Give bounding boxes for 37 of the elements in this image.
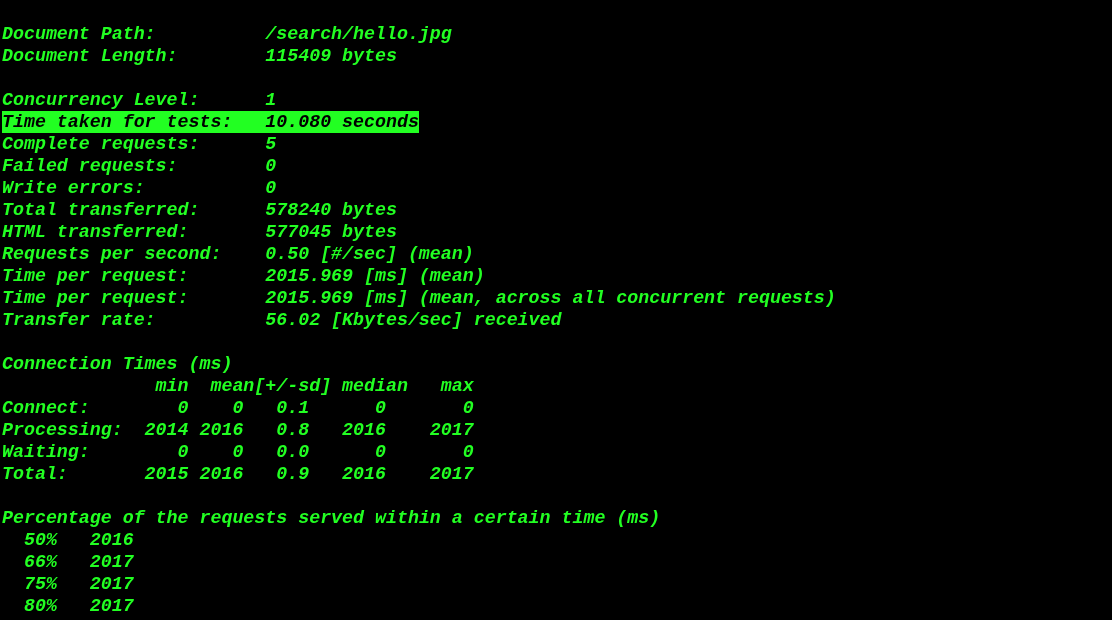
field-value: 2015.969 [ms] (mean, across all concurrent requests) bbox=[265, 287, 836, 309]
field-label: Transfer rate: bbox=[2, 309, 157, 331]
field-value: /search/hello.jpg bbox=[265, 23, 452, 45]
section-title: Percentage of the requests served within a certain time (ms) bbox=[2, 507, 661, 529]
field-value: 577045 bytes bbox=[265, 221, 397, 243]
table-line: Waiting: 0 0 0.0 0 0 bbox=[2, 441, 474, 463]
table-line: Connect: 0 0 0.1 0 0 bbox=[2, 397, 474, 419]
field-label: Complete requests: bbox=[2, 133, 201, 155]
percentile-line: 75% 2017 bbox=[22, 573, 134, 595]
field-value: 2015.969 [ms] (mean) bbox=[265, 265, 485, 287]
percentile-line: 66% 2017 bbox=[22, 551, 134, 573]
field-label: HTML transferred: bbox=[2, 221, 190, 243]
field-value: 0.50 [#/sec] (mean) bbox=[265, 243, 474, 265]
table-line: Total: 2015 2016 0.9 2016 2017 bbox=[2, 463, 474, 485]
field-value: 1 bbox=[265, 89, 277, 111]
field-value: 56.02 [Kbytes/sec] received bbox=[265, 309, 562, 331]
field-value: 10.080 seconds bbox=[265, 111, 419, 133]
percentile-line: 80% 2017 bbox=[22, 595, 134, 617]
field-value: 0 bbox=[265, 155, 277, 177]
field-label: Document Path: bbox=[2, 23, 157, 45]
field-label: Write errors: bbox=[2, 177, 146, 199]
field-label: Failed requests: bbox=[2, 155, 179, 177]
percentile-line: 50% 2016 bbox=[22, 529, 134, 551]
field-value: 5 bbox=[265, 133, 277, 155]
field-value: 115409 bytes bbox=[265, 45, 397, 67]
field-label: Concurrency Level: bbox=[2, 89, 201, 111]
field-label: Time taken for tests: bbox=[2, 111, 266, 133]
section-title: Connection Times (ms) bbox=[2, 353, 233, 375]
table-line: Processing: 2014 2016 0.8 2016 2017 bbox=[2, 419, 474, 441]
field-label: Document Length: bbox=[2, 45, 179, 67]
field-label: Total transferred: bbox=[2, 199, 201, 221]
field-label: Time per request: bbox=[2, 287, 190, 309]
field-value: 0 bbox=[265, 177, 277, 199]
field-label: Time per request: bbox=[2, 265, 190, 287]
field-value: 578240 bytes bbox=[265, 199, 397, 221]
field-label: Requests per second: bbox=[2, 243, 223, 265]
table-line: min mean[+/-sd] median max bbox=[154, 375, 474, 397]
